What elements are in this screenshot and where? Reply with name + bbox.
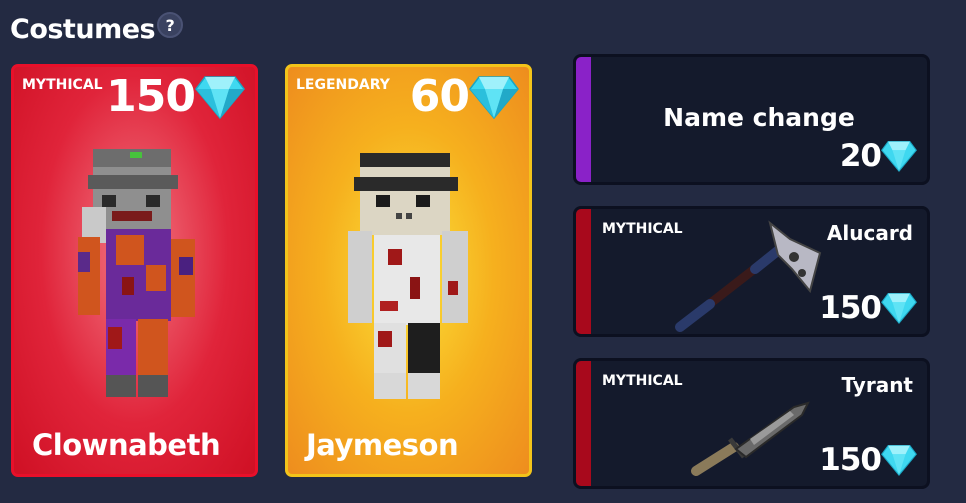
costume-card-jaymeson[interactable]: LEGENDARY 60 Jaymeson bbox=[285, 64, 532, 477]
name-change-label: Name change bbox=[663, 103, 855, 132]
help-button[interactable]: ? bbox=[157, 12, 184, 38]
costume-card-clownabeth[interactable]: MYTHICAL 150 Clownabeth bbox=[11, 64, 258, 477]
price-value: 150 bbox=[819, 442, 882, 478]
costume-skin-image bbox=[78, 149, 195, 397]
price-value: 60 bbox=[409, 71, 470, 122]
section-title: Costumes bbox=[10, 14, 156, 45]
diamond-gem-icon bbox=[881, 445, 917, 476]
rarity-label: LEGENDARY bbox=[296, 77, 390, 93]
diamond-gem-icon bbox=[195, 76, 245, 119]
rarity-label: MYTHICAL bbox=[22, 77, 103, 93]
diamond-gem-icon bbox=[881, 293, 917, 324]
price-tag: 150 bbox=[819, 442, 917, 478]
price-tag: 60 bbox=[410, 75, 519, 119]
name-change-card[interactable]: Name change 20 bbox=[573, 54, 930, 185]
price-tag: 150 bbox=[106, 75, 245, 119]
diamond-gem-icon bbox=[469, 76, 519, 119]
item-name: Alucard bbox=[826, 221, 913, 245]
price-tag: 20 bbox=[840, 138, 917, 174]
item-card-alucard[interactable]: MYTHICAL Alucard 150 bbox=[573, 206, 930, 337]
price-tag: 150 bbox=[819, 290, 917, 326]
rarity-label: MYTHICAL bbox=[602, 373, 683, 389]
diamond-gem-icon bbox=[881, 141, 917, 172]
axe-icon bbox=[675, 220, 822, 332]
rarity-accent-bar bbox=[576, 57, 591, 182]
rarity-accent-bar bbox=[576, 361, 591, 486]
price-value: 20 bbox=[839, 138, 882, 174]
price-value: 150 bbox=[106, 71, 196, 122]
knife-icon bbox=[691, 401, 810, 476]
section-header: Costumes ? bbox=[10, 12, 184, 45]
item-name: Tyrant bbox=[841, 373, 913, 397]
costume-skin-image bbox=[348, 153, 468, 399]
rarity-accent-bar bbox=[576, 209, 591, 334]
costume-name: Jaymeson bbox=[306, 428, 459, 462]
costume-name: Clownabeth bbox=[32, 428, 221, 462]
price-value: 150 bbox=[819, 290, 882, 326]
item-card-tyrant[interactable]: MYTHICAL Tyrant 150 bbox=[573, 358, 930, 489]
